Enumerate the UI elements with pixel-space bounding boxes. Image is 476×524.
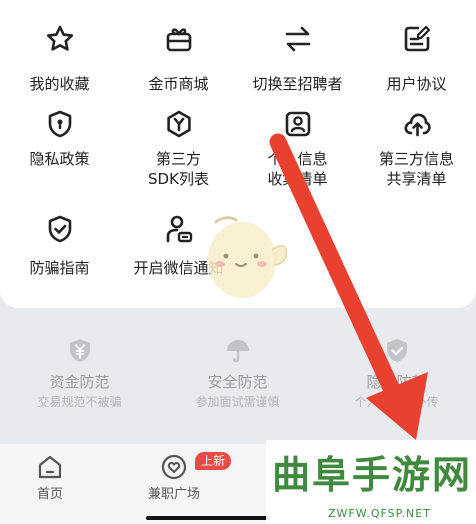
menu-item-label: 隐私政策: [29, 150, 90, 168]
tab-label: 兼职广场: [147, 487, 200, 502]
watermark-url: ZWFW.QFSP.NET: [328, 507, 431, 520]
new-badge: 上新: [195, 452, 232, 470]
watermark-brand: 曲阜手游网: [272, 452, 473, 497]
menu-item-label: 我的收藏: [29, 75, 90, 93]
heart-circle-icon: [161, 454, 187, 480]
menu-item-label: 个人信息 收集清单: [267, 150, 328, 188]
menu-item-label: 金币商城: [148, 75, 209, 93]
switch-arrows-icon: [285, 26, 310, 52]
safety-subtitle: 参加面试需谨慎: [195, 395, 280, 409]
safety-item-security[interactable]: 安全防范 参加面试需谨慎: [158, 328, 317, 410]
menu-item-favorites[interactable]: 我的收藏: [0, 24, 119, 94]
menu-item-label: 第三方 SDK列表: [148, 150, 209, 188]
menu-item-privacy-policy[interactable]: 隐私政策: [0, 109, 119, 169]
menu-item-personal-info-list[interactable]: 个人信息 收集清单: [238, 109, 357, 189]
home-indicator[interactable]: [146, 516, 270, 520]
home-icon: [38, 455, 62, 479]
menu-item-third-party-share-list[interactable]: 第三方信息 共享清单: [357, 109, 476, 189]
profile-card-icon: [285, 111, 310, 137]
mascot-sticker: [208, 216, 288, 298]
user-notify-icon: [166, 215, 192, 243]
safety-subtitle: 交易规范不被骗: [37, 395, 122, 409]
safety-item-privacy[interactable]: 隐私防范 个人信息不外传: [317, 328, 476, 410]
safety-item-funds[interactable]: 资金防范 交易规范不被骗: [0, 328, 159, 410]
menu-item-label: 用户协议: [386, 75, 447, 93]
shield-check-icon: [48, 215, 71, 243]
menu-item-label: 切换至招聘者: [252, 75, 343, 93]
menu-item-coin-mall[interactable]: 金币商城: [119, 24, 238, 94]
menu-item-user-agreement[interactable]: 用户协议: [357, 24, 476, 94]
star-icon: [46, 25, 73, 51]
shield-check-icon: [386, 339, 407, 362]
menu-item-switch-role[interactable]: 切换至招聘者: [238, 24, 357, 94]
yuan-shield-icon: [69, 339, 90, 362]
menu-item-label: 防骗指南: [29, 259, 90, 277]
safety-title: 安全防范: [207, 373, 268, 391]
cloud-upload-icon: [404, 113, 431, 137]
safety-subtitle: 个人信息不外传: [354, 395, 439, 409]
tab-label: 首页: [36, 487, 63, 502]
shield-keyhole-icon: [48, 110, 71, 138]
shield-y-icon: [166, 110, 191, 138]
edit-document-icon: [404, 25, 430, 52]
safety-title: 资金防范: [49, 373, 110, 391]
umbrella-icon: [226, 340, 249, 363]
safety-tips: 资金防范 交易规范不被骗 安全防范 参加面试需谨慎 隐私防范 个人信息不外传: [0, 328, 476, 428]
menu-item-label: 第三方信息 共享清单: [378, 150, 454, 188]
safety-title: 隐私防范: [366, 373, 427, 391]
menu-item-anti-fraud-guide[interactable]: 防骗指南: [0, 214, 119, 278]
menu-item-sdk-list[interactable]: 第三方 SDK列表: [119, 109, 238, 189]
gift-icon: [166, 28, 191, 52]
tab-home[interactable]: 首页: [0, 454, 100, 504]
menu-card: 我的收藏 金币商城 切换至招聘者 用户协议 隐私政策 第三方 SDK列表 个人信…: [0, 0, 476, 308]
